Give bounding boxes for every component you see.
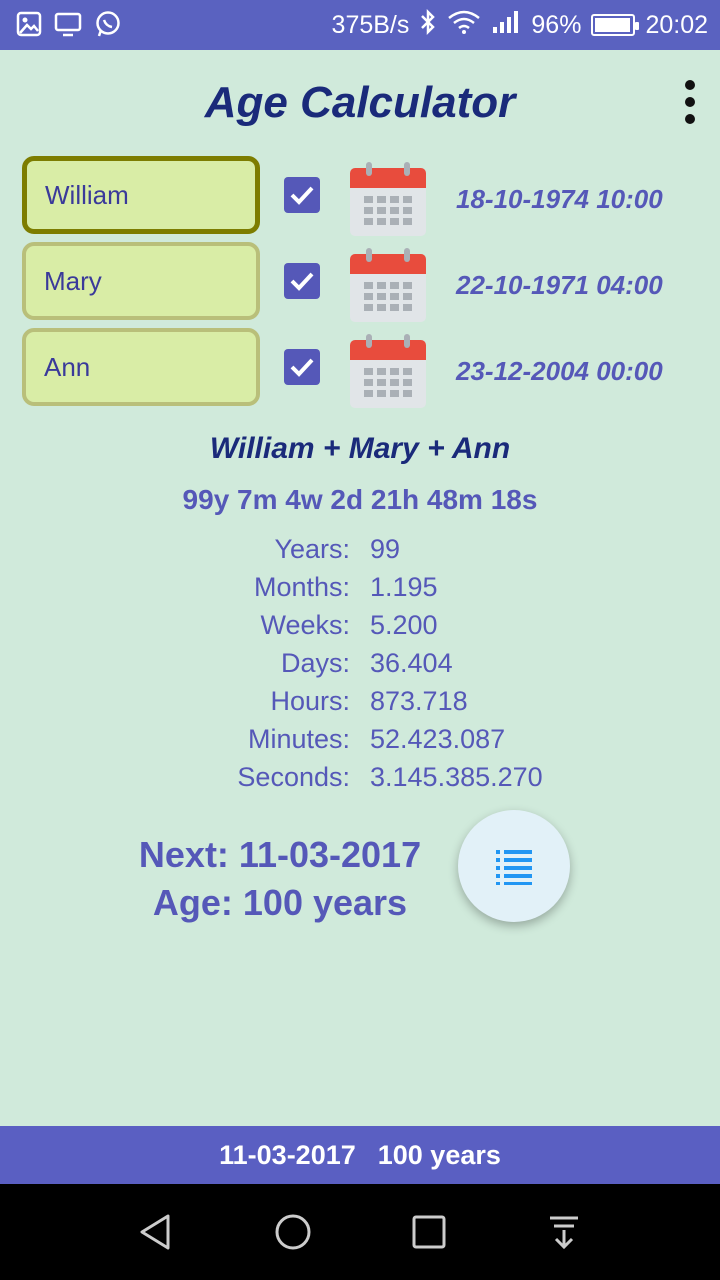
stat-label: Days: (280, 648, 350, 678)
check-icon (290, 186, 314, 205)
bottom-age: 100 years (377, 1139, 501, 1170)
check-icon (290, 272, 314, 291)
stat-value: 5.200 (370, 610, 438, 640)
stat-row-years: Years: 99 (0, 534, 720, 572)
stat-label: Seconds: (237, 762, 350, 792)
bottom-date: 11-03-2017 (219, 1139, 356, 1170)
stat-row-weeks: Weeks: 5.200 (0, 610, 720, 648)
whatsapp-icon (94, 10, 122, 43)
include-checkbox[interactable] (284, 263, 320, 299)
stat-row-minutes: Minutes: 52.423.087 (0, 724, 720, 762)
name-input[interactable]: Mary (22, 242, 260, 320)
stat-row-hours: Hours: 873.718 (0, 686, 720, 724)
stat-label: Hours: (270, 686, 350, 716)
status-bar: 375B/s 96% 20:02 (0, 0, 720, 50)
battery-icon (591, 14, 640, 36)
stat-value: 36.404 (370, 648, 453, 678)
net-speed: 375B/s (331, 10, 410, 39)
include-checkbox[interactable] (284, 349, 320, 385)
system-nav-bar (0, 1184, 720, 1280)
selected-names: William + Mary + Ann (209, 432, 511, 465)
stat-label: Weeks: (260, 610, 350, 640)
stat-row-months: Months: 1.195 (0, 572, 720, 610)
recents-icon[interactable] (405, 1208, 453, 1256)
name-input[interactable]: Ann (22, 328, 260, 406)
check-icon (290, 358, 314, 377)
age-stats: Years: 99 Months: 1.195 Weeks: 5.200 Days: 3… (0, 534, 720, 800)
stat-value: 1.195 (370, 572, 438, 602)
person-row: Ann 23-12-2004 00:00 (0, 328, 720, 408)
birth-datetime[interactable]: 23-12-2004 00:00 (456, 356, 663, 387)
calendar-icon[interactable] (348, 160, 428, 238)
clock: 20:02 (645, 10, 708, 39)
back-icon[interactable] (132, 1208, 180, 1256)
stat-label: Years: (274, 534, 350, 564)
bluetooth-icon (419, 8, 437, 43)
status-right: 375B/s 96% 20:02 (332, 0, 708, 50)
more-vert-icon[interactable] (672, 80, 708, 124)
stat-label: Months: (253, 572, 350, 602)
wifi-icon (447, 9, 481, 42)
name-input[interactable]: William (22, 156, 260, 234)
status-left-icons (16, 10, 122, 43)
birth-datetime[interactable]: 18-10-1974 10:00 (456, 184, 663, 215)
battery-level (595, 18, 630, 32)
combined-age: 99y 7m 4w 2d 21h 48m 18s (182, 484, 538, 515)
image-icon (16, 11, 42, 42)
bottom-info-bar: 11-03-2017 100 years (0, 1126, 720, 1184)
birth-datetime[interactable]: 22-10-1971 04:00 (456, 270, 663, 301)
person-row: William 18-10-1974 10:00 (0, 156, 720, 236)
stat-value: 99 (370, 534, 401, 564)
include-checkbox[interactable] (284, 177, 320, 213)
signal-icon (491, 9, 521, 42)
stat-value: 52.423.087 (370, 724, 506, 754)
monitor-icon (54, 11, 82, 42)
stat-value: 3.145.385.270 (370, 762, 543, 792)
page-title: Age Calculator (204, 78, 516, 127)
stat-row-seconds: Seconds: 3.145.385.270 (0, 762, 720, 800)
list-icon (496, 850, 532, 885)
person-row: Mary 22-10-1971 04:00 (0, 242, 720, 322)
stat-label: Minutes: (247, 724, 350, 754)
calendar-icon[interactable] (348, 246, 428, 324)
list-button[interactable] (458, 810, 570, 922)
stat-row-days: Days: 36.404 (0, 648, 720, 686)
battery-percent: 96% (531, 10, 582, 39)
calendar-icon[interactable] (348, 332, 428, 410)
home-icon[interactable] (269, 1208, 317, 1256)
stat-value: 873.718 (370, 686, 468, 716)
notifications-down-icon[interactable] (540, 1208, 588, 1256)
